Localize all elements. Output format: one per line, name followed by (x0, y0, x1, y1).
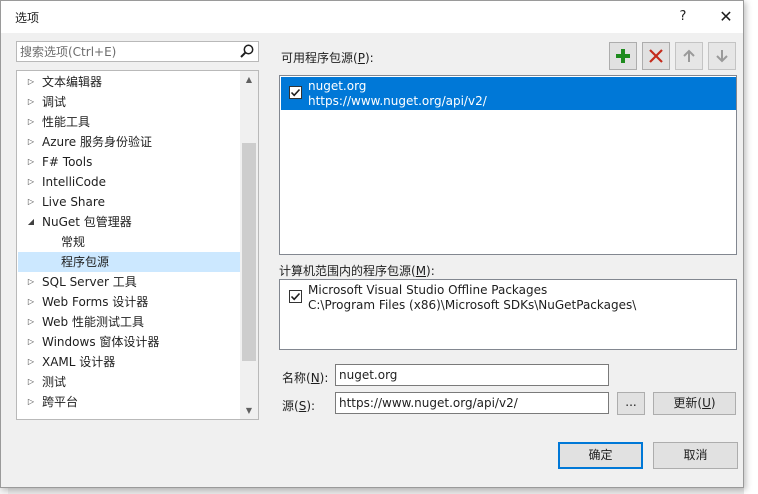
dialog-title: 选项 (15, 11, 40, 25)
source-url: https://www.nuget.org/api/v2/ (308, 94, 487, 108)
tree-item-label: 程序包源 (61, 255, 110, 269)
tree-item[interactable]: ▷ IntelliCode (18, 172, 241, 192)
tree-item[interactable]: ◢ NuGet 包管理器 (18, 212, 241, 232)
checkmark-icon (290, 292, 301, 301)
search-input[interactable] (20, 43, 232, 60)
tree-item[interactable]: ▷ Azure 服务身份验证 (18, 132, 241, 152)
tree-item[interactable]: 常规 (18, 232, 241, 252)
title-bar: 选项 ? ✕ (1, 1, 743, 33)
tree-item[interactable]: 程序包源 (18, 252, 241, 272)
source-name: Microsoft Visual Studio Offline Packages (308, 283, 548, 297)
add-source-button[interactable] (609, 42, 637, 70)
remove-source-button[interactable] (642, 42, 670, 70)
collapsed-arrow-icon[interactable]: ▷ (26, 152, 36, 172)
source-row-offline[interactable]: Microsoft Visual Studio Offline Packages… (281, 281, 736, 314)
checkmark-icon (290, 88, 301, 97)
collapsed-arrow-icon[interactable]: ▷ (26, 72, 36, 92)
machine-sources-label: 计算机范围内的程序包源(M): (279, 264, 435, 278)
tree-item[interactable]: ▷ 调试 (18, 92, 241, 112)
tree-item-label: NuGet 包管理器 (42, 215, 132, 229)
source-field[interactable] (335, 392, 609, 414)
source-checkbox[interactable] (289, 290, 302, 303)
browse-button[interactable]: ... (617, 392, 645, 415)
tree-item[interactable]: ▷ 跨平台 (18, 392, 241, 412)
tree-item-label: 调试 (42, 95, 67, 109)
source-checkbox[interactable] (289, 86, 302, 99)
close-button[interactable]: ✕ (713, 6, 739, 28)
scrollbar-thumb[interactable] (242, 143, 256, 361)
tree-item-label: Azure 服务身份验证 (42, 135, 152, 149)
available-sources-list[interactable]: nuget.org https://www.nuget.org/api/v2/ (279, 75, 737, 255)
collapsed-arrow-icon[interactable]: ▷ (26, 92, 36, 112)
tree-item-label: Live Share (42, 195, 105, 209)
name-input[interactable] (339, 367, 605, 383)
plus-icon (616, 49, 630, 63)
tree-item[interactable]: ▷ F# Tools (18, 152, 241, 172)
source-row-nuget[interactable]: nuget.org https://www.nuget.org/api/v2/ (281, 77, 736, 110)
tree-item-label: 常规 (61, 235, 86, 249)
collapsed-arrow-icon[interactable]: ▷ (26, 332, 36, 352)
options-tree[interactable]: ▷ 跨平台 ▷ 测试 ▷ XAML 设计器 ▷ Windows 窗体设计器 ▷ Web 性能测试工… (16, 70, 259, 420)
move-down-button[interactable] (708, 42, 736, 70)
tree-item-label: Web Forms 设计器 (42, 295, 149, 309)
move-up-button[interactable] (675, 42, 703, 70)
tree-item-label: Web 性能测试工具 (42, 315, 144, 329)
scroll-up-icon[interactable]: ▲ (240, 71, 258, 88)
remove-x-icon (649, 49, 663, 63)
tree-scrollbar[interactable]: ▲ ▼ (240, 71, 258, 419)
tree-item[interactable]: ▷ 性能工具 (18, 112, 241, 132)
tree-item-label: 测试 (42, 375, 67, 389)
arrow-down-icon (716, 50, 728, 63)
arrow-up-icon (683, 49, 695, 62)
collapsed-arrow-icon[interactable]: ▷ (26, 352, 36, 372)
tree-item-label: SQL Server 工具 (42, 275, 137, 289)
source-label: 源(S): (282, 399, 316, 413)
collapsed-arrow-icon[interactable]: ▷ (26, 372, 36, 392)
tree-item[interactable]: ▷ SQL Server 工具 (18, 272, 241, 292)
options-dialog: 选项 ? ✕ ▷ 跨平台 ▷ 测试 ▷ XAML 设计器 ▷ Windows 窗体设计器 ▷ We… (0, 0, 744, 488)
tree-item[interactable]: ▷ 文本编辑器 (18, 72, 241, 92)
available-sources-label: 可用程序包源(P): (281, 51, 374, 65)
search-icon[interactable] (239, 43, 255, 60)
source-name: nuget.org (308, 79, 367, 93)
collapsed-arrow-icon[interactable]: ▷ (26, 192, 36, 212)
expanded-arrow-icon[interactable]: ◢ (26, 212, 36, 232)
update-button[interactable]: 更新(U) (653, 392, 736, 415)
collapsed-arrow-icon[interactable]: ▷ (26, 132, 36, 152)
scroll-down-icon[interactable]: ▼ (240, 402, 258, 419)
tree-item[interactable]: ▷ Web 性能测试工具 (18, 312, 241, 332)
tree-item-label: 跨平台 (42, 395, 79, 409)
collapsed-arrow-icon[interactable]: ▷ (26, 272, 36, 292)
cancel-button[interactable]: 取消 (653, 442, 738, 469)
tree-item[interactable]: ▷ Live Share (18, 192, 241, 212)
name-label: 名称(N): (282, 371, 329, 385)
source-input[interactable] (339, 395, 605, 411)
machine-sources-list[interactable]: Microsoft Visual Studio Offline Packages… (279, 279, 737, 350)
source-url: C:\Program Files (x86)\Microsoft SDKs\Nu… (308, 298, 637, 312)
collapsed-arrow-icon[interactable]: ▷ (26, 392, 36, 412)
tree-item[interactable]: ▷ XAML 设计器 (18, 352, 241, 372)
background-ide-right (744, 0, 758, 494)
help-button[interactable]: ? (671, 6, 695, 28)
tree-item-label: Windows 窗体设计器 (42, 335, 160, 349)
collapsed-arrow-icon[interactable]: ▷ (26, 172, 36, 192)
name-field[interactable] (335, 364, 609, 386)
tree-item-label: F# Tools (42, 155, 93, 169)
tree-item[interactable]: ▷ Web Forms 设计器 (18, 292, 241, 312)
tree-item-label: 性能工具 (42, 115, 91, 129)
tree-item-label: 文本编辑器 (42, 75, 103, 89)
search-box[interactable] (16, 41, 259, 62)
collapsed-arrow-icon[interactable]: ▷ (26, 312, 36, 332)
tree-item-label: IntelliCode (42, 175, 106, 189)
ok-button[interactable]: 确定 (558, 442, 643, 469)
tree-item[interactable]: ▷ Windows 窗体设计器 (18, 332, 241, 352)
tree-item-label: XAML 设计器 (42, 355, 116, 369)
collapsed-arrow-icon[interactable]: ▷ (26, 292, 36, 312)
collapsed-arrow-icon[interactable]: ▷ (26, 112, 36, 132)
tree-item[interactable]: ▷ 测试 (18, 372, 241, 392)
